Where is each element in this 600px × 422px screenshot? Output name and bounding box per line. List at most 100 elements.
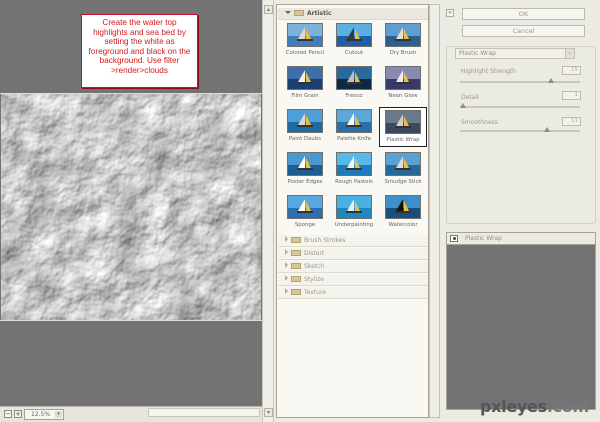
preview-pane: Create the water top highlights and sea … [0,0,262,406]
gallery-scrollbar[interactable] [429,4,440,418]
zoom-in-button[interactable]: + [14,410,22,418]
thumbnail-label: Neon Glow [388,93,418,99]
watermark-logo: pxleyes.com [480,397,589,416]
thumbnail-image [336,195,372,219]
filter-thumbnail[interactable]: Plastic Wrap [379,107,427,147]
thumbnail-image [287,195,323,219]
chevron-down-icon: ⌄ [565,49,574,58]
category-label: Artistic [307,10,332,17]
clouds-preview-image [0,93,262,321]
detail-label: Detail [461,94,479,101]
thumbnail-image [336,109,372,133]
watermark-text: pxleyes [480,397,547,416]
thumbnail-image [336,66,372,90]
thumbnail-label: Cutout [344,50,364,56]
category-row[interactable]: Stylize [278,274,428,286]
eye-icon[interactable] [450,235,458,242]
thumbnail-image [385,195,421,219]
filter-thumbnail[interactable]: Palette Knife [330,107,378,147]
thumbnail-label: Smudge Stick [384,179,422,185]
preview-status-bar: − + 12.5% ▾ [0,406,262,422]
filter-thumbnail[interactable]: Colored Pencil [281,21,329,61]
thumbnail-label: Film Grain [291,93,319,99]
filter-thumbnail[interactable]: Poster Edges [281,150,329,190]
filter-thumbnail[interactable]: Smudge Stick [379,150,427,190]
smoothness-slider[interactable] [460,127,580,132]
filter-thumbnail[interactable]: Sponge [281,193,329,233]
highlight-strength-slider[interactable] [460,78,580,83]
category-row[interactable]: Texture [278,287,428,299]
zoom-value: 12.5% [31,411,51,418]
filter-select-value: Plastic Wrap [459,50,496,57]
category-label: Distort [304,250,325,257]
category-label: Sketch [304,263,325,270]
filter-gallery: Artistic Colored Pencil Cutout Dry Brush Fi… [276,4,429,418]
collapse-gallery-icon[interactable]: « [446,9,454,17]
filter-thumbnail[interactable]: Cutout [330,21,378,61]
expand-triangle-icon [285,11,291,14]
category-label: Stylize [304,276,324,283]
category-artistic[interactable]: Artistic [278,8,428,20]
slider-thumb[interactable] [460,103,466,108]
folder-icon [291,276,301,282]
folder-icon [294,10,304,16]
thumbnail-label: Sponge [294,222,316,228]
preview-vertical-scrollbar[interactable]: ▴ ▾ [262,0,274,422]
thumbnail-image [287,152,323,176]
zoom-out-button[interactable]: − [4,410,12,418]
thumbnail-image [385,66,421,90]
smoothness-input[interactable]: 11 [562,117,581,126]
smoothness-label: Smoothness [461,119,498,126]
category-label: Brush Strokes [304,237,346,244]
category-row[interactable]: Distort [278,248,428,260]
filter-select[interactable]: Plastic Wrap ⌄ [455,48,575,59]
expand-triangle-icon [285,275,288,281]
expand-triangle-icon [285,236,288,242]
thumbnail-label: Fresco [345,93,363,99]
detail-slider[interactable] [460,103,580,108]
effect-layer-row[interactable]: Plastic Wrap [447,233,595,245]
ok-button[interactable]: OK [462,8,585,20]
zoom-select[interactable]: 12.5% ▾ [24,409,64,420]
thumbnail-label: Dry Brush [389,50,417,56]
folder-icon [291,237,301,243]
settings-panel: « OK Cancel Plastic Wrap ⌄ Highlight Str… [442,0,600,422]
filter-thumbnail[interactable]: Dry Brush [379,21,427,61]
filter-thumbnail[interactable]: Fresco [330,64,378,104]
effect-layer-label: Plastic Wrap [465,235,502,242]
filter-thumbnail[interactable]: Rough Pastels [330,150,378,190]
thumbnail-image [385,23,421,47]
filter-thumbnail[interactable]: Watercolor [379,193,427,233]
folder-icon [291,289,301,295]
thumbnail-image [336,152,372,176]
thumbnail-label: Paint Daubs [288,136,322,142]
thumbnail-image [336,23,372,47]
thumbnail-image [287,23,323,47]
thumbnail-image [385,110,421,134]
expand-triangle-icon [285,262,288,268]
thumbnail-image [287,109,323,133]
slider-thumb[interactable] [547,78,554,83]
cancel-button[interactable]: Cancel [462,25,585,37]
thumbnail-image [385,152,421,176]
thumbnail-image [287,66,323,90]
highlight-strength-label: Highlight Strength [461,68,516,75]
filter-thumbnail[interactable]: Film Grain [281,64,329,104]
filter-thumbnail[interactable]: Paint Daubs [281,107,329,147]
detail-input[interactable]: 1 [562,91,581,100]
thumbnail-label: Poster Edges [287,179,323,185]
instruction-note: Create the water top highlights and sea … [81,14,198,88]
scroll-up-icon[interactable]: ▴ [264,5,273,14]
thumbnail-label: Palette Knife [336,136,372,142]
category-row[interactable]: Sketch [278,261,428,273]
filter-thumbnail[interactable]: Neon Glow [379,64,427,104]
highlight-strength-input[interactable]: 15 [562,66,581,75]
thumbnail-label: Underpainting [334,222,374,228]
category-row[interactable]: Brush Strokes [278,235,428,247]
scroll-down-icon[interactable]: ▾ [264,408,273,417]
expand-triangle-icon [285,249,288,255]
horizontal-scrollbar[interactable] [148,408,260,417]
folder-icon [291,250,301,256]
filter-thumbnail[interactable]: Underpainting [330,193,378,233]
slider-thumb[interactable] [544,127,551,132]
